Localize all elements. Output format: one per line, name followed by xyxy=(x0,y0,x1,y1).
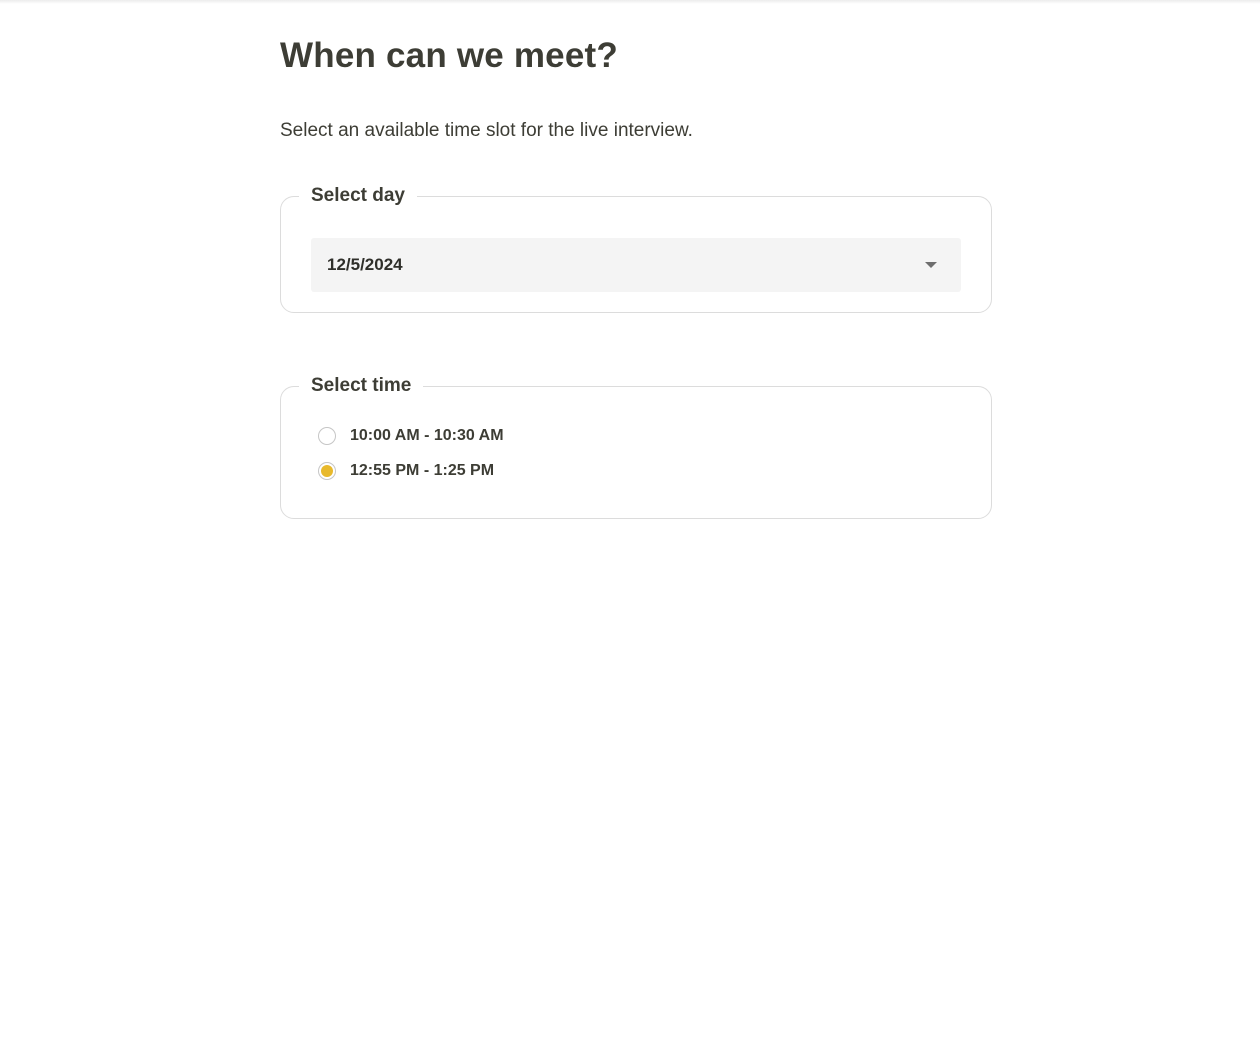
radio-button[interactable] xyxy=(318,462,336,480)
select-time-legend: Select time xyxy=(311,375,412,396)
select-day-group: Select day 12/5/2024 xyxy=(280,185,992,313)
chevron-down-icon xyxy=(925,262,937,268)
select-day-legend: Select day xyxy=(311,185,405,206)
radio-button[interactable] xyxy=(318,427,336,445)
day-select-value: 12/5/2024 xyxy=(327,255,403,274)
select-time-group: Select time 10:00 AM - 10:30 AM 12:55 PM… xyxy=(280,375,992,519)
page-title: When can we meet? xyxy=(280,36,618,75)
time-slot-label[interactable]: 12:55 PM - 1:25 PM xyxy=(350,462,494,480)
time-slot-option[interactable]: 10:00 AM - 10:30 AM xyxy=(318,424,504,448)
time-slot-label[interactable]: 10:00 AM - 10:30 AM xyxy=(350,427,504,445)
time-slot-list: 10:00 AM - 10:30 AM 12:55 PM - 1:25 PM xyxy=(318,424,504,494)
page-subtitle: Select an available time slot for the li… xyxy=(280,120,693,141)
time-slot-option[interactable]: 12:55 PM - 1:25 PM xyxy=(318,459,504,483)
top-shadow xyxy=(0,0,1260,4)
day-select[interactable]: 12/5/2024 xyxy=(311,238,961,292)
